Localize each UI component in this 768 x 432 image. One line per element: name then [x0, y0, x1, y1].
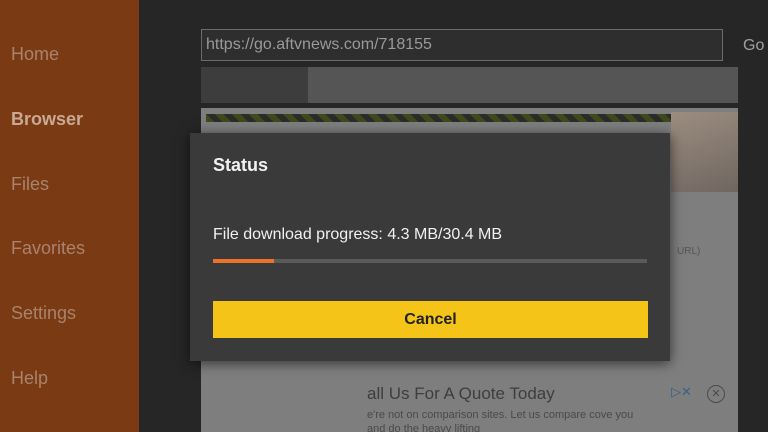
sidebar-item-browser[interactable]: Browser: [11, 109, 83, 130]
webpage-text-fragment: URL): [677, 246, 701, 257]
download-progress-bar: [213, 259, 647, 263]
status-dialog: Status File download progress: 4.3 MB/30…: [190, 133, 670, 361]
sidebar-item-settings[interactable]: Settings: [11, 303, 76, 324]
url-input[interactable]: https://go.aftvnews.com/718155: [201, 29, 723, 61]
ad-choices-icon[interactable]: ▷✕: [671, 384, 692, 400]
ad-close-icon[interactable]: ✕: [707, 385, 725, 403]
ad-headline[interactable]: all Us For A Quote Today: [367, 384, 555, 404]
download-progress-text: File download progress: 4.3 MB/30.4 MB: [213, 226, 503, 243]
cancel-button[interactable]: Cancel: [213, 301, 648, 338]
go-button[interactable]: Go: [743, 37, 764, 55]
dialog-title: Status: [213, 155, 269, 175]
tab-strip: [201, 67, 738, 103]
sidebar-item-help[interactable]: Help: [11, 368, 48, 389]
ad-subtext: e're not on comparison sites. Let us com…: [367, 409, 634, 432]
download-progress-fill: [213, 259, 275, 263]
webpage-photo: [671, 112, 738, 192]
sidebar: Home Browser Files Favorites Settings He…: [0, 0, 139, 432]
browser-tab[interactable]: [201, 67, 308, 103]
webpage-banner: [206, 114, 733, 122]
sidebar-item-favorites[interactable]: Favorites: [11, 238, 85, 259]
sidebar-item-files[interactable]: Files: [11, 174, 49, 195]
sidebar-item-home[interactable]: Home: [11, 44, 59, 65]
